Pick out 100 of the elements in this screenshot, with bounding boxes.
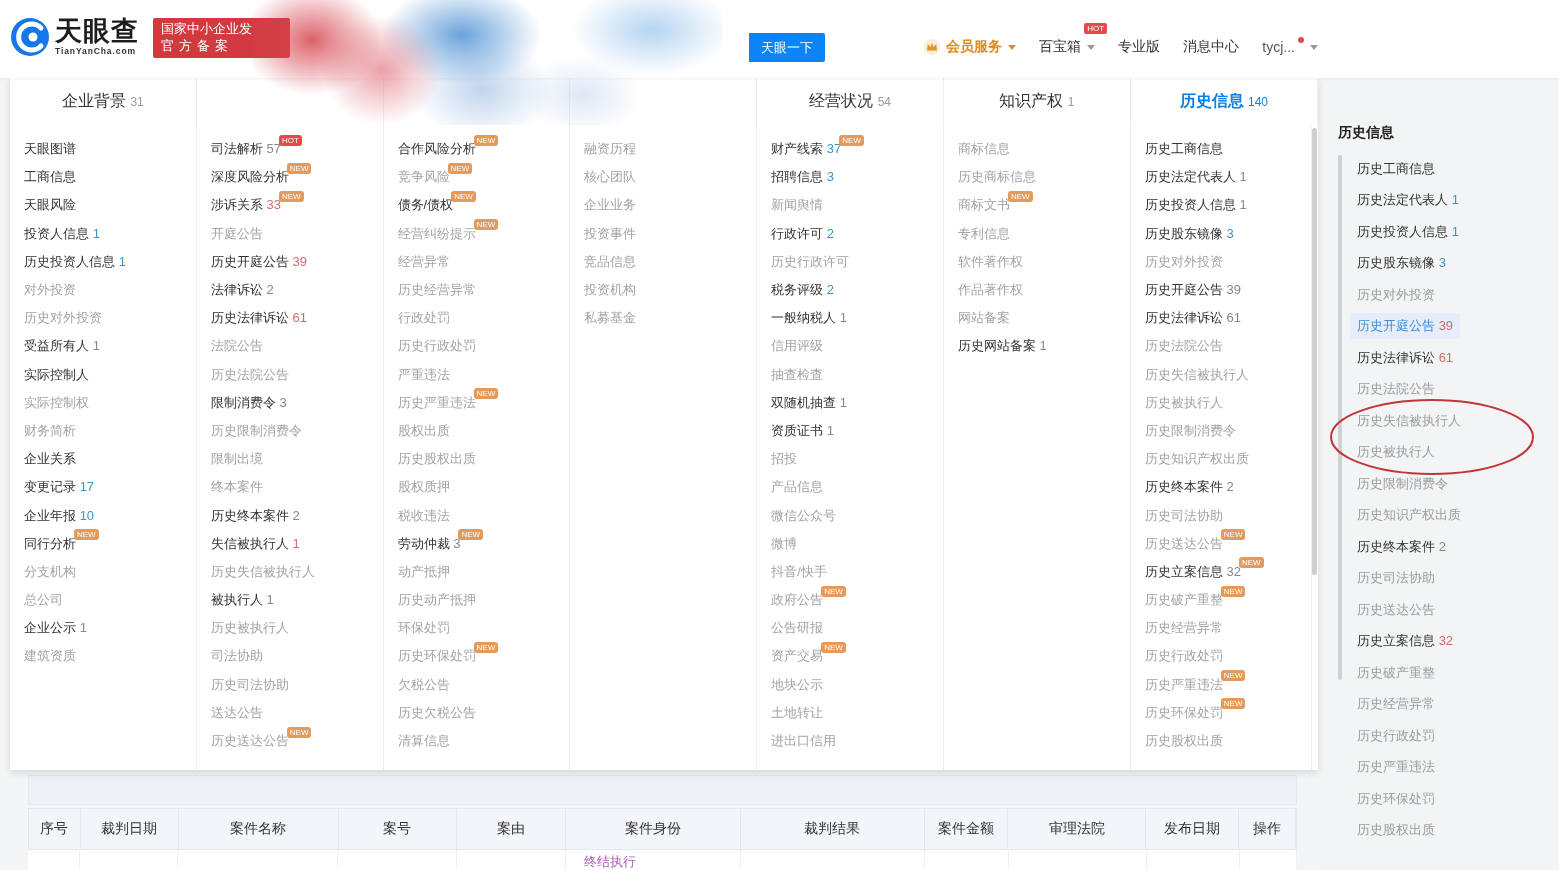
menu-item[interactable]: 受益所有人 1: [24, 337, 100, 356]
column-header: 裁判日期: [101, 820, 158, 838]
new-badge: NEW: [473, 219, 499, 231]
sidebar-item[interactable]: 历史工商信息: [1350, 155, 1442, 182]
column-header: 案件金额: [938, 820, 994, 838]
new-badge: NEW: [473, 388, 499, 400]
column-header: 操作: [1253, 820, 1282, 838]
unread-dot-icon: [1298, 37, 1304, 43]
column-header: 裁判结果: [804, 820, 861, 838]
new-badge: NEW: [286, 162, 312, 174]
column-header: 序号: [40, 820, 69, 838]
sidebar-scrollbar[interactable]: [1338, 155, 1342, 680]
column-header: 案件身份: [625, 820, 681, 838]
caret-icon: [1087, 44, 1096, 50]
menu-item[interactable]: 历史股东镜像 3: [1144, 224, 1234, 243]
menu-item[interactable]: 债务/债权: [397, 196, 454, 215]
new-badge: NEW: [821, 585, 846, 597]
menu-item[interactable]: 变更记录 17: [24, 478, 95, 497]
nav-link[interactable]: 消息中心: [1183, 36, 1240, 58]
menu-item[interactable]: 一般纳税人 1: [771, 309, 848, 328]
menu-item[interactable]: 历史法律诉讼 61: [210, 309, 307, 328]
menu-item[interactable]: 税务评级 2: [771, 281, 835, 300]
certification-badge: 国家中小企业发 官方备案: [153, 18, 290, 58]
menu-item[interactable]: 同行分析: [24, 534, 76, 553]
column-header: 审理法院: [1048, 820, 1105, 838]
menu-item[interactable]: 双随机抽查 1: [771, 393, 848, 412]
menu-item[interactable]: 历史开庭公告 39: [210, 252, 307, 271]
new-badge: NEW: [447, 162, 473, 174]
case-role-label: 终结执行: [584, 854, 636, 869]
nav-link[interactable]: 百宝箱: [1039, 36, 1096, 58]
logo-wordmark: 天眼查: [55, 17, 139, 45]
menu-item[interactable]: 历史投资人信息 1: [1144, 196, 1247, 215]
menu-item[interactable]: 合作风险分析: [397, 140, 476, 159]
sidebar-item[interactable]: 历史开庭公告 39: [1350, 313, 1461, 340]
menu-item[interactable]: 企业年报 10: [24, 506, 95, 525]
menu-item[interactable]: 法律诉讼 2: [210, 281, 274, 300]
hot-badge: HOT: [278, 134, 302, 146]
tab[interactable]: 历史信息 140: [1179, 91, 1268, 112]
caret-icon: [1008, 44, 1017, 50]
menu-item[interactable]: 历史开庭公告 39: [1144, 281, 1241, 300]
new-badge: NEW: [839, 134, 864, 146]
menu-item[interactable]: 投资人信息 1: [24, 224, 100, 243]
menu-item[interactable]: 司法解析 57: [210, 140, 281, 159]
menu-item[interactable]: 历史终本案件 2: [1144, 478, 1234, 497]
menu-item[interactable]: 失信被执行人 1: [210, 534, 300, 553]
sidebar-item[interactable]: 历史股东镜像 3: [1350, 250, 1453, 277]
new-badge: NEW: [1008, 190, 1033, 202]
crown-icon: [924, 39, 941, 55]
column-header: 发布日期: [1164, 820, 1221, 838]
menu-item[interactable]: 深度风险分析: [210, 168, 289, 187]
search-button[interactable]: 天眼一下: [749, 33, 825, 62]
new-badge: NEW: [451, 190, 476, 202]
menu-item[interactable]: 历史法律诉讼 61: [1144, 309, 1241, 328]
column-header: 案号: [383, 820, 412, 838]
menu-item[interactable]: 历史网站备案 1: [958, 337, 1047, 356]
menu-item[interactable]: 企业关系: [24, 450, 76, 469]
tab[interactable]: 经营状况 54: [809, 91, 891, 112]
menu-item[interactable]: 天眼风险: [24, 196, 76, 215]
sidebar-item[interactable]: 历史法律诉讼 61: [1350, 344, 1461, 371]
menu-item[interactable]: 历史终本案件 2: [210, 506, 300, 525]
menu-item[interactable]: 历史立案信息 32: [1144, 562, 1241, 581]
menu-item[interactable]: 企业公示 1: [24, 619, 87, 638]
tab[interactable]: 企业背景 31: [62, 91, 144, 112]
menu-item[interactable]: 被执行人 1: [210, 591, 274, 610]
new-badge: NEW: [286, 726, 312, 738]
sidebar-item[interactable]: 历史终本案件 2: [1350, 533, 1453, 560]
logo-icon: [10, 17, 50, 57]
new-badge: NEW: [1238, 557, 1264, 569]
menu-item[interactable]: 限制消费令 3: [210, 393, 287, 412]
menu-item[interactable]: 实际控制人: [24, 365, 89, 384]
new-badge: NEW: [1220, 670, 1246, 682]
scrollbar[interactable]: [1311, 128, 1317, 575]
new-badge: NEW: [1220, 698, 1246, 710]
sidebar-item[interactable]: 历史法定代表人 1: [1350, 187, 1466, 214]
menu-item[interactable]: 涉诉关系 33: [210, 196, 281, 215]
nav-link[interactable]: tycj...: [1262, 36, 1318, 58]
column-header: 案由: [497, 820, 526, 838]
nav-link[interactable]: 专业版: [1118, 36, 1161, 58]
menu-item[interactable]: 工商信息: [24, 168, 76, 187]
menu-item[interactable]: 财产线索 37: [771, 140, 842, 159]
sidebar-item[interactable]: 历史立案信息 32: [1350, 628, 1461, 655]
new-badge: NEW: [1220, 585, 1246, 597]
menu-item[interactable]: 劳动仲裁 3: [397, 534, 461, 553]
logo-domain: TianYanCha.com: [55, 45, 137, 57]
tab[interactable]: 知识产权 1: [999, 91, 1075, 112]
sidebar-item[interactable]: 历史投资人信息 1: [1350, 218, 1466, 245]
new-badge: NEW: [473, 641, 499, 653]
sidebar-title: 历史信息: [1338, 123, 1395, 141]
menu-item[interactable]: 历史法定代表人 1: [1144, 168, 1247, 187]
menu-item[interactable]: 行政许可 2: [771, 224, 835, 243]
new-badge: NEW: [473, 134, 499, 146]
menu-item[interactable]: 资质证书 1: [771, 421, 835, 440]
nav-link[interactable]: 会员服务: [924, 36, 1017, 58]
menu-item[interactable]: 历史工商信息: [1144, 140, 1223, 159]
menu-item[interactable]: 天眼图谱: [24, 140, 76, 159]
menu-item[interactable]: 招聘信息 3: [771, 168, 835, 187]
caret-icon: [1310, 44, 1318, 50]
new-badge: NEW: [821, 641, 846, 653]
menu-item[interactable]: 历史投资人信息 1: [24, 252, 126, 271]
new-badge: NEW: [74, 529, 99, 541]
